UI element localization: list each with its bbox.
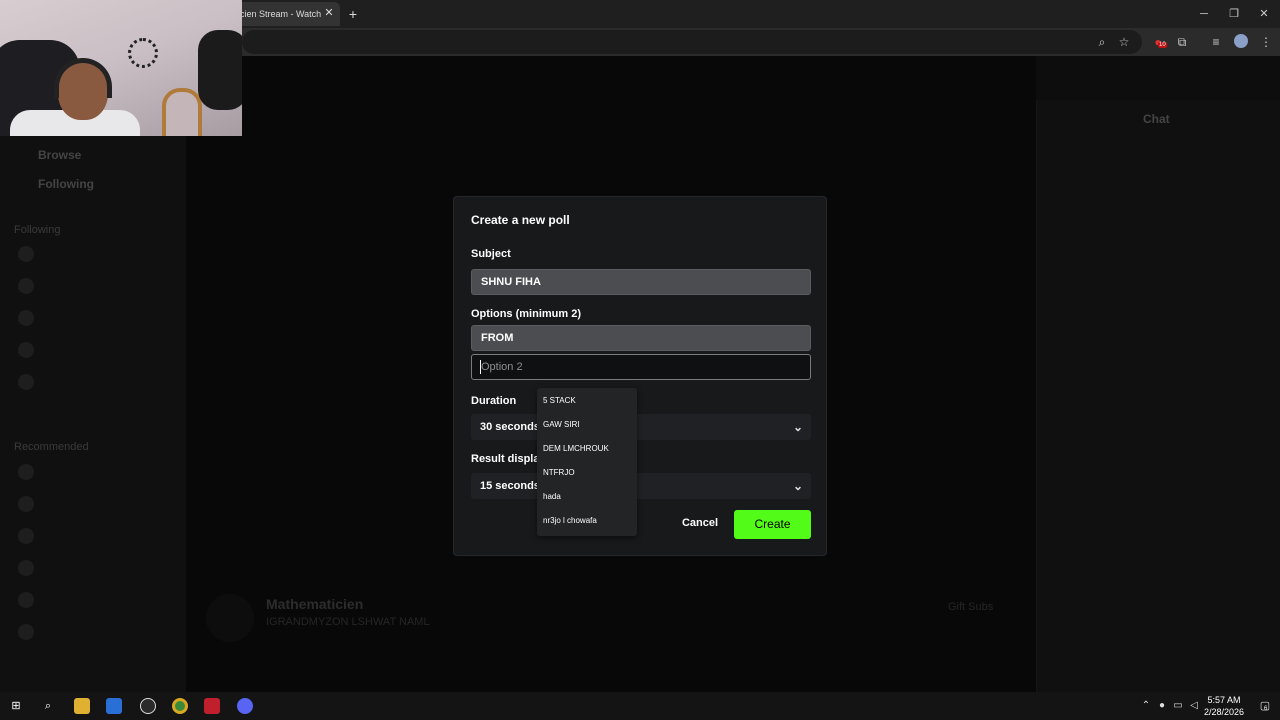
menu-icon[interactable]: ⋮ [1258, 34, 1274, 50]
windows-start-icon[interactable]: ⊞ [8, 698, 24, 714]
channel-avatar [18, 624, 34, 640]
chat-panel: Chat [1036, 100, 1280, 692]
chat-title: Chat [1143, 112, 1170, 126]
taskbar-clock[interactable]: 5:57 AM 2/28/2026 [1194, 694, 1254, 718]
autocomplete-item[interactable]: DEM LMCHROUK [543, 439, 635, 459]
background-object [198, 30, 242, 110]
channel-avatar [18, 464, 34, 480]
options-label: Options (minimum 2) [471, 308, 581, 320]
result-display-label: Result displa [471, 453, 540, 465]
notification-count: 6 [1264, 706, 1268, 712]
modal-title: Create a new poll [471, 213, 570, 227]
chevron-up-icon[interactable]: ⌃ [1140, 699, 1152, 713]
webcam-overlay [0, 0, 242, 136]
profile-icon[interactable] [1234, 34, 1248, 48]
puzzle-icon[interactable]: ⧉ [1174, 34, 1190, 50]
close-window-button[interactable]: ✕ [1256, 6, 1272, 22]
channel-avatar [18, 342, 34, 358]
autocomplete-item[interactable]: GAW SIRI [543, 415, 635, 435]
red-app-icon[interactable] [204, 698, 220, 714]
duration-select[interactable]: 30 seconds ⌄ [471, 414, 811, 440]
store-icon[interactable] [106, 698, 122, 714]
restore-button[interactable]: ❐ [1226, 6, 1242, 22]
option-2-placeholder: Option 2 [481, 361, 523, 373]
new-tab-button[interactable]: + [344, 5, 362, 23]
discord-icon[interactable] [237, 698, 253, 714]
duration-value: 30 seconds [480, 421, 540, 433]
subject-input[interactable]: SHNU FIHA [471, 269, 811, 295]
wall-clock-decor [128, 38, 158, 68]
autocomplete-item[interactable]: nr3jo l chowafa [543, 511, 635, 531]
channel-avatar [18, 278, 34, 294]
file-explorer-icon[interactable] [74, 698, 90, 714]
chevron-down-icon: ⌄ [792, 479, 803, 493]
channel-avatar [18, 592, 34, 608]
duration-label: Duration [471, 395, 517, 407]
option-2-input[interactable]: Option 2 [471, 354, 811, 380]
create-poll-modal: Create a new poll Subject SHNU FIHA Opti… [453, 196, 827, 556]
subject-label: Subject [471, 248, 511, 260]
network-icon[interactable]: ▭ [1172, 699, 1184, 713]
media-icon[interactable]: ≡ [1208, 34, 1224, 50]
channel-avatar [18, 246, 34, 262]
sidebar-item-following[interactable]: Following [38, 177, 94, 191]
result-display-value: 15 seconds [480, 480, 540, 492]
zoom-icon[interactable]: ⌕ [1094, 34, 1110, 50]
channel-avatar [18, 560, 34, 576]
app-icon[interactable] [140, 698, 156, 714]
text-caret [480, 360, 481, 374]
channel-avatar [18, 310, 34, 326]
sidebar: Browse Following Following Recommended [0, 56, 186, 692]
chrome-icon[interactable] [172, 698, 188, 714]
mirror-decor [162, 88, 202, 136]
result-display-select[interactable]: 15 seconds ⌄ [471, 473, 811, 499]
option-1-input[interactable]: FROM [471, 325, 811, 351]
windows-taskbar: ⊞ ⌕ ⌃ ● ▭ ◁ 5:57 AM 2/28/2026 ▢ [0, 692, 1280, 720]
tab-title: cien Stream - Watch [240, 9, 322, 19]
clock-time: 5:57 AM [1207, 695, 1241, 705]
address-bar[interactable] [242, 30, 1142, 54]
sidebar-item-browse[interactable]: Browse [38, 148, 81, 162]
channel-avatar [18, 374, 34, 390]
autocomplete-item[interactable]: NTFRJO [543, 463, 635, 483]
microphone-icon[interactable]: ● [1156, 699, 1168, 713]
minimize-button[interactable]: ─ [1196, 6, 1212, 22]
create-button[interactable]: Create [734, 510, 811, 539]
channel-avatar [18, 496, 34, 512]
cancel-button[interactable]: Cancel [678, 512, 722, 534]
sidebar-section-recommended: Recommended [14, 441, 89, 453]
sidebar-section-following: Following [14, 224, 61, 236]
channel-avatar [18, 528, 34, 544]
clock-date: 2/28/2026 [1203, 707, 1245, 717]
extension-badge-count: 10 [1158, 42, 1167, 48]
autocomplete-item[interactable]: hada [543, 487, 635, 507]
chevron-down-icon: ⌄ [792, 420, 803, 434]
tab-close-icon[interactable]: ✕ [322, 6, 336, 20]
autocomplete-dropdown: 5 STACK GAW SIRI DEM LMCHROUK NTFRJO had… [537, 388, 637, 536]
star-icon[interactable]: ☆ [1116, 34, 1132, 50]
autocomplete-item[interactable]: 5 STACK [543, 391, 635, 411]
search-icon[interactable]: ⌕ [40, 698, 56, 714]
